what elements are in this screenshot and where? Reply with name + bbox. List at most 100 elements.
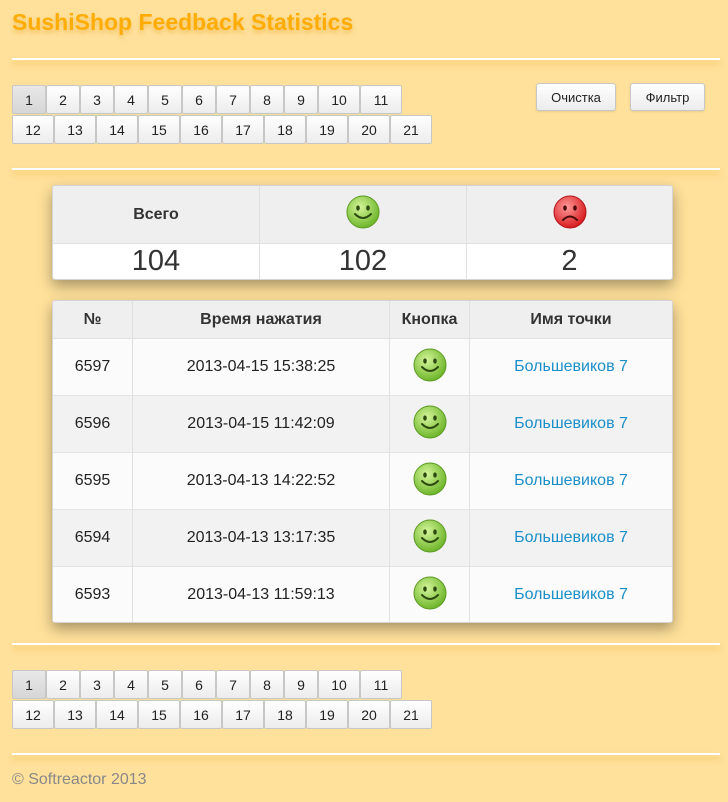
- copyright: © Softreactor 2013: [12, 771, 147, 788]
- total-header: Всего: [53, 186, 260, 244]
- page-button-1[interactable]: 1: [12, 670, 46, 699]
- smiley-sad-icon: [552, 194, 588, 235]
- negative-header: [466, 186, 672, 244]
- point-link[interactable]: Большевиков 7: [514, 472, 628, 489]
- point-link[interactable]: Большевиков 7: [514, 358, 628, 375]
- pagination-row: 12 13 14 15 16 17 18 19 20 21: [12, 700, 452, 729]
- page-button-21[interactable]: 21: [390, 115, 432, 144]
- point-link[interactable]: Большевиков 7: [514, 586, 628, 603]
- feedback-time: 2013-04-15 15:38:25: [132, 338, 390, 396]
- feedback-point-cell: Большевиков 7: [469, 395, 672, 453]
- page-button-19[interactable]: 19: [306, 115, 348, 144]
- feedback-id: 6595: [53, 452, 133, 510]
- feedback-point-cell: Большевиков 7: [469, 509, 672, 567]
- smiley-happy-icon: [412, 404, 448, 445]
- column-header-time: Время нажатия: [132, 301, 390, 339]
- feedback-button-cell: [389, 452, 470, 510]
- smiley-happy-icon: [412, 347, 448, 388]
- page-button-16[interactable]: 16: [180, 115, 222, 144]
- page-button-5[interactable]: 5: [148, 670, 182, 699]
- page-button-10[interactable]: 10: [318, 85, 360, 114]
- pagination-row: 1 2 3 4 5 6 7 8 9 10 11: [12, 85, 452, 114]
- page-button-6[interactable]: 6: [182, 85, 216, 114]
- page-button-9[interactable]: 9: [284, 85, 318, 114]
- feedback-id: 6594: [53, 509, 133, 567]
- pagination-row: 12 13 14 15 16 17 18 19 20 21: [12, 115, 452, 144]
- page-button-7[interactable]: 7: [216, 670, 250, 699]
- table-row: 6593 2013-04-13 11:59:13 Большевиков 7: [53, 566, 672, 622]
- feedback-table: № Время нажатия Кнопка Имя точки 6597 201…: [53, 301, 672, 622]
- table-row: 6594 2013-04-13 13:17:35 Большевиков 7: [53, 509, 672, 567]
- feedback-button-cell: [389, 338, 470, 396]
- clear-button[interactable]: Очистка: [536, 83, 616, 111]
- page-button-12[interactable]: 12: [12, 115, 54, 144]
- feedback-point-cell: Большевиков 7: [469, 566, 672, 622]
- page-button-1[interactable]: 1: [12, 85, 46, 114]
- page-button-15[interactable]: 15: [138, 115, 180, 144]
- feedback-button-cell: [389, 566, 470, 622]
- summary-panel: Всего 104 102 2: [52, 185, 673, 280]
- page-button-17[interactable]: 17: [222, 700, 264, 729]
- page-button-13[interactable]: 13: [54, 115, 96, 144]
- page-button-4[interactable]: 4: [114, 85, 148, 114]
- positive-header: [259, 186, 467, 244]
- page-button-18[interactable]: 18: [264, 700, 306, 729]
- divider: [12, 168, 720, 170]
- page-button-6[interactable]: 6: [182, 670, 216, 699]
- page-button-9[interactable]: 9: [284, 670, 318, 699]
- page-button-13[interactable]: 13: [54, 700, 96, 729]
- smiley-happy-icon: [412, 575, 448, 616]
- page-button-11[interactable]: 11: [360, 670, 402, 699]
- point-link[interactable]: Большевиков 7: [514, 415, 628, 432]
- page-button-14[interactable]: 14: [96, 700, 138, 729]
- page-button-10[interactable]: 10: [318, 670, 360, 699]
- feedback-button-cell: [389, 395, 470, 453]
- page-button-16[interactable]: 16: [180, 700, 222, 729]
- filter-button[interactable]: Фильтр: [630, 83, 705, 111]
- divider: [12, 643, 720, 645]
- divider: [12, 753, 720, 755]
- page-button-21[interactable]: 21: [390, 700, 432, 729]
- smiley-happy-icon: [412, 461, 448, 502]
- positive-count: 102: [259, 243, 467, 279]
- feedback-panel: № Время нажатия Кнопка Имя точки 6597 201…: [52, 300, 673, 623]
- page-button-14[interactable]: 14: [96, 115, 138, 144]
- page-button-18[interactable]: 18: [264, 115, 306, 144]
- feedback-point-cell: Большевиков 7: [469, 338, 672, 396]
- page-button-19[interactable]: 19: [306, 700, 348, 729]
- page-button-2[interactable]: 2: [46, 670, 80, 699]
- page-button-11[interactable]: 11: [360, 85, 402, 114]
- page-button-7[interactable]: 7: [216, 85, 250, 114]
- page-button-12[interactable]: 12: [12, 700, 54, 729]
- page-button-8[interactable]: 8: [250, 670, 284, 699]
- page-button-3[interactable]: 3: [80, 670, 114, 699]
- feedback-point-cell: Большевиков 7: [469, 452, 672, 510]
- column-header-id: №: [53, 301, 133, 339]
- pagination-bottom: 1 2 3 4 5 6 7 8 9 10 11 12 13 14 15 16 17 18 19 20 21: [12, 670, 452, 730]
- feedback-time: 2013-04-13 13:17:35: [132, 509, 390, 567]
- negative-count: 2: [466, 243, 672, 279]
- table-row: 6597 2013-04-15 15:38:25 Большевиков 7: [53, 338, 672, 396]
- feedback-button-cell: [389, 509, 470, 567]
- smiley-happy-icon: [412, 518, 448, 559]
- page-button-4[interactable]: 4: [114, 670, 148, 699]
- feedback-id: 6593: [53, 566, 133, 622]
- page-button-20[interactable]: 20: [348, 115, 390, 144]
- table-row: 6596 2013-04-15 11:42:09 Большевиков 7: [53, 395, 672, 453]
- page-button-2[interactable]: 2: [46, 85, 80, 114]
- column-header-button: Кнопка: [389, 301, 470, 339]
- total-count: 104: [131, 245, 181, 277]
- page-button-15[interactable]: 15: [138, 700, 180, 729]
- point-link[interactable]: Большевиков 7: [514, 529, 628, 546]
- page-button-8[interactable]: 8: [250, 85, 284, 114]
- pagination-top: 1 2 3 4 5 6 7 8 9 10 11 12 13 14 15 16 17 18 19 20 21: [12, 85, 452, 145]
- smiley-happy-icon: [345, 194, 381, 235]
- page-button-5[interactable]: 5: [148, 85, 182, 114]
- page-title: SushiShop Feedback Statistics: [12, 9, 354, 35]
- table-row: 6595 2013-04-13 14:22:52 Большевиков 7: [53, 452, 672, 510]
- summary-table: Всего 104 102 2: [53, 186, 672, 279]
- page-button-20[interactable]: 20: [348, 700, 390, 729]
- page-button-17[interactable]: 17: [222, 115, 264, 144]
- feedback-time: 2013-04-15 11:42:09: [132, 395, 390, 453]
- page-button-3[interactable]: 3: [80, 85, 114, 114]
